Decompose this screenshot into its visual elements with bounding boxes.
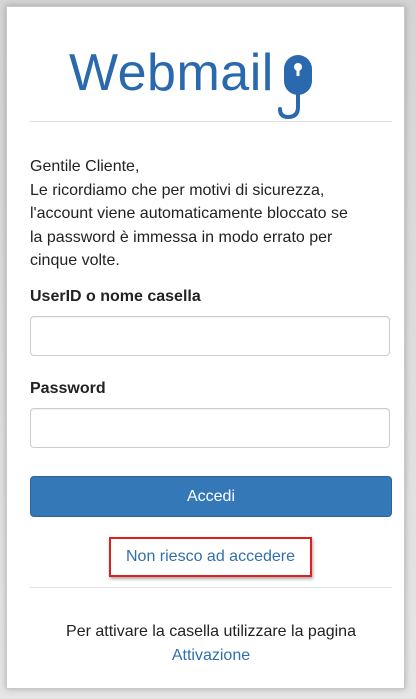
login-button[interactable]: Accedi xyxy=(30,476,392,517)
activation-link[interactable]: Attivazione xyxy=(172,647,250,664)
activation-text: Per attivare la casella utilizzare la pa… xyxy=(66,623,356,640)
userid-input[interactable] xyxy=(30,316,390,356)
notice-line: Gentile Cliente, xyxy=(30,158,140,175)
notice-line: Le ricordiamo che per motivi di sicurezz… xyxy=(30,181,325,199)
password-label: Password xyxy=(30,380,106,397)
login-card: Webmail Gentile Cliente, Le ricordiamo c… xyxy=(6,6,405,689)
notice-line: l'account viene automaticamente bloccato… xyxy=(30,205,348,222)
security-notice: Gentile Cliente, Le ricordiamo che per m… xyxy=(30,155,395,273)
activation-link-wrap: Attivazione xyxy=(30,644,392,668)
webmail-logo: Webmail xyxy=(69,43,318,123)
notice-line: la password è immessa in modo errato per xyxy=(30,228,333,246)
userid-label: UserID o nome casella xyxy=(30,288,201,305)
logo-text: Webmail xyxy=(69,44,274,102)
top-divider xyxy=(30,121,392,122)
help-link-highlight: Non riesco ad accedere xyxy=(109,537,312,577)
cannot-login-link[interactable]: Non riesco ad accedere xyxy=(126,548,295,566)
notice-line: cinque volte. xyxy=(30,252,120,269)
bottom-divider xyxy=(30,587,392,588)
mouse-hook-icon xyxy=(277,55,312,120)
password-input[interactable] xyxy=(30,408,390,448)
page-background: Webmail Gentile Cliente, Le ricordiamo c… xyxy=(0,0,416,699)
